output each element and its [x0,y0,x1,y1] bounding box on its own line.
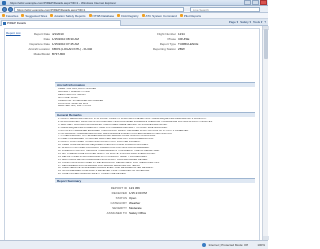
maximize-button[interactable] [252,0,259,5]
field-label: Report Date [33,32,50,36]
url-input[interactable]: https://ebiz.example.com/PIREP/Details.a… [14,7,184,12]
field-value: 1/15/2010 07:45 AM [52,42,79,46]
field-row: Aircraft Location KBOS (LOGAN INTL) - FL3… [20,47,92,51]
field-label: Reporting Station [152,47,176,51]
field-label: Aircraft Location [28,47,50,51]
favorite-label: FAA Registry [121,13,139,18]
summary-value: 1/15 2:00 PM [129,191,147,195]
field-value: KBOS (LOGAN INTL) - FL340 [52,47,93,51]
minimize-button[interactable] [244,0,251,5]
summary-row: REPORT ID 123 456 [95,186,140,190]
summary-row: SEVERITY Moderate [95,206,142,210]
summary-value: 123 456 [129,186,140,190]
scroll-thumb[interactable] [264,29,268,59]
favorite-link[interactable]: Aviation Safety Reports [50,13,86,18]
favorite-label: Suggested Sites [25,13,48,18]
favorite-link[interactable]: NTSB Database [88,13,115,18]
page-content: Report List Report Date 4/1/2010 Date 1/15/… [0,26,262,240]
field-row: Reporting Station ZBW [150,47,185,51]
favorite-link[interactable]: Pilot Reports [179,13,202,18]
field-row: Report Type TURBULENCE [150,42,199,46]
favorite-star-icon [117,14,121,17]
field-value: 1/15/2010 08:30 AM [52,37,79,41]
field-label: Date [43,37,50,41]
page-icon [3,22,6,25]
field-value: TURBULENCE [178,42,199,46]
general-remarks: 1. FLIGHT DEPARTED KBOS AT 0745 LOCAL. C… [58,118,254,176]
favorite-star-icon [50,14,54,17]
zoom-level[interactable]: 100% [257,243,265,247]
field-row: Flight Number 1234 [150,32,185,36]
field-label: Departure Date [29,42,50,46]
section-aircraft-header[interactable]: Aircraft Information [55,82,255,87]
status-bar: Internet | Protected Mode: Off 100% [0,240,268,249]
summary-value: Moderate [129,206,142,210]
field-label: Flight Number [157,32,176,36]
favorite-star-icon [21,14,25,17]
field-row: Departure Date 1/15/2010 07:45 AM [20,42,79,46]
command-menu[interactable]: Tools ▾ [253,20,262,24]
vertical-scrollbar[interactable] [262,26,269,240]
aircraft-info: CREW: CAPTAIN, FIRST OFFICER AIRCRAFT: BO… [58,88,254,108]
field-row: Make/Model B737-800 [20,52,65,56]
field-row: Date 1/15/2010 08:30 AM [20,37,79,41]
summary-label: SEVERITY [112,206,127,210]
favorite-star-icon [141,14,145,17]
field-row: Report Date 4/1/2010 [20,32,64,36]
browser-icon [2,1,6,5]
favorite-link[interactable]: Suggested Sites [21,14,47,18]
tab-bar: PIREP Details Page ▾ Safety ▾ Tools ▾? [0,19,268,26]
close-button[interactable] [260,0,267,5]
field-value: ZBW [178,47,185,51]
summary-row: STATUS Open [95,196,137,200]
field-row: Phase CRUISE [150,37,189,41]
favorite-link[interactable]: ATC System Command [141,13,177,18]
field-value: 1234 [178,32,185,36]
report-list-link[interactable]: Report List [6,31,21,35]
remark-line: 20. CASE CLOSED PENDING SAFETY COMMITTEE… [58,173,127,176]
field-label: Make/Model [33,52,50,56]
section-summary-header[interactable]: Report Summary [55,178,255,183]
favorite-star-icon [88,14,92,17]
tab-label: PIREP Details [7,21,26,25]
favorite-star-icon [2,14,5,17]
window-title: https://ebiz.example.com/PIREP/Details.a… [10,1,117,5]
summary-label: ASSIGNED TO [106,211,127,215]
favorite-link[interactable]: Favorites [2,14,18,18]
field-value: 4/1/2010 [52,32,64,36]
summary-label: REPORT ID [110,186,127,190]
summary-value: Safety Office [129,211,147,215]
summary-value: Open [129,196,137,200]
search-input[interactable]: Live Search [190,7,260,12]
summary-row: ASSIGNED TO Safety Office [95,211,147,215]
command-menu[interactable]: Page ▾ [229,20,238,24]
favorite-label: Pilot Reports [183,13,202,18]
field-label: Report Type [159,42,176,46]
favorite-link[interactable]: FAA Registry [117,13,139,18]
summary-value: Weather [129,201,141,205]
forward-icon[interactable] [8,7,13,12]
command-menu[interactable]: Safety ▾ [240,20,251,24]
back-icon[interactable] [2,7,7,12]
summary-label: RECEIVED [111,191,127,195]
internet-zone-icon [202,243,206,247]
summary-row: RECEIVED 1/15 2:00 PM [95,191,147,195]
security-zone: Internet | Protected Mode: Off [208,243,248,247]
field-value: B737-800 [52,52,66,56]
favorite-label: NTSB Database [92,13,115,18]
summary-label: STATUS [115,196,127,200]
favorite-label: Favorites [6,13,19,18]
favorite-star-icon [179,14,183,17]
section-remarks-header[interactable]: General Remarks [55,112,255,117]
favorite-label: Aviation Safety Reports [54,13,86,18]
command-menu[interactable]: ? [264,20,266,24]
summary-row: CATEGORY Weather [95,201,140,205]
favorite-label: ATC System Command [145,13,177,18]
field-value: CRUISE [178,37,190,41]
address-bar: https://ebiz.example.com/PIREP/Details.a… [0,6,268,13]
aircraft-line: WEATHER: IMC, LIGHT CHOP [58,105,92,108]
command-bar: Page ▾ Safety ▾ Tools ▾? [229,20,266,24]
field-label: Phase [167,37,176,41]
summary-label: CATEGORY [110,201,127,205]
